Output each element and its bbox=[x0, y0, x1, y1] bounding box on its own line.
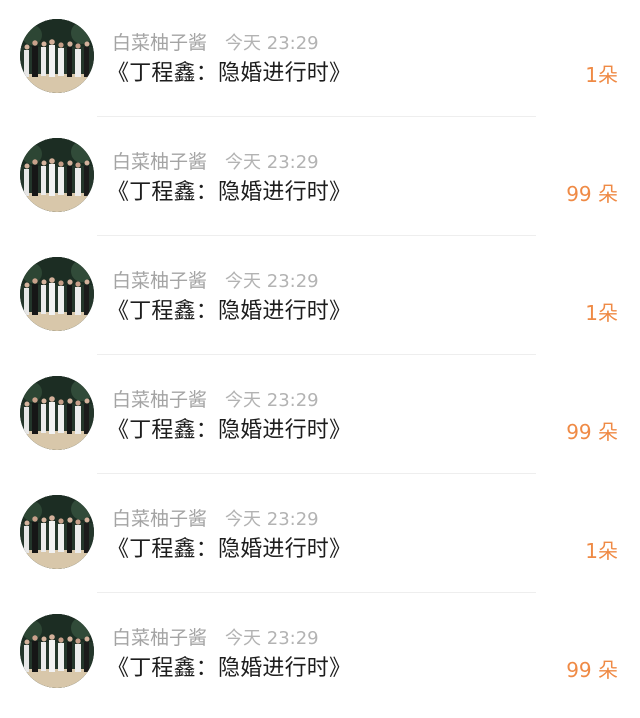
message-text: 《丁程鑫：隐婚进行时》 bbox=[107, 299, 352, 324]
group-photo-avatar-image bbox=[20, 614, 94, 688]
avatar[interactable] bbox=[20, 19, 94, 93]
row-divider bbox=[97, 592, 536, 593]
avatar[interactable] bbox=[20, 257, 94, 331]
row-divider bbox=[97, 116, 536, 117]
gift-amount: 1朵 bbox=[585, 63, 618, 87]
avatar[interactable] bbox=[20, 138, 94, 212]
list-item[interactable]: 白菜柚子酱 今天 23:29 《丁程鑫：隐婚进行时》 99 朵 bbox=[0, 595, 640, 714]
row-divider bbox=[97, 235, 536, 236]
sender-meta-line: 白菜柚子酱 今天 23:29 bbox=[112, 268, 319, 294]
timestamp: 今天 23:29 bbox=[225, 271, 319, 292]
sender-meta-line: 白菜柚子酱 今天 23:29 bbox=[112, 149, 319, 175]
list-item[interactable]: 白菜柚子酱 今天 23:29 《丁程鑫：隐婚进行时》 1朵 bbox=[0, 476, 640, 595]
message-text: 《丁程鑫：隐婚进行时》 bbox=[107, 656, 352, 681]
sender-name[interactable]: 白菜柚子酱 bbox=[112, 389, 207, 411]
list-item[interactable]: 白菜柚子酱 今天 23:29 《丁程鑫：隐婚进行时》 99 朵 bbox=[0, 357, 640, 476]
gift-amount: 99 朵 bbox=[566, 658, 618, 682]
timestamp: 今天 23:29 bbox=[225, 628, 319, 649]
message-text: 《丁程鑫：隐婚进行时》 bbox=[107, 537, 352, 562]
sender-name[interactable]: 白菜柚子酱 bbox=[112, 508, 207, 530]
sender-meta-line: 白菜柚子酱 今天 23:29 bbox=[112, 625, 319, 651]
group-photo-avatar-image bbox=[20, 257, 94, 331]
gift-amount: 1朵 bbox=[585, 301, 618, 325]
sender-meta-line: 白菜柚子酱 今天 23:29 bbox=[112, 30, 319, 56]
message-text: 《丁程鑫：隐婚进行时》 bbox=[107, 418, 352, 443]
sender-meta-line: 白菜柚子酱 今天 23:29 bbox=[112, 387, 319, 413]
gift-amount: 99 朵 bbox=[566, 420, 618, 444]
sender-name[interactable]: 白菜柚子酱 bbox=[112, 32, 207, 54]
gift-record-list: 白菜柚子酱 今天 23:29 《丁程鑫：隐婚进行时》 1朵 白菜柚子酱 今天 2… bbox=[0, 0, 640, 718]
group-photo-avatar-image bbox=[20, 19, 94, 93]
avatar[interactable] bbox=[20, 376, 94, 450]
sender-name[interactable]: 白菜柚子酱 bbox=[112, 270, 207, 292]
list-item[interactable]: 白菜柚子酱 今天 23:29 《丁程鑫：隐婚进行时》 1朵 bbox=[0, 238, 640, 357]
gift-amount: 1朵 bbox=[585, 539, 618, 563]
timestamp: 今天 23:29 bbox=[225, 152, 319, 173]
group-photo-avatar-image bbox=[20, 138, 94, 212]
group-photo-avatar-image bbox=[20, 376, 94, 450]
sender-name[interactable]: 白菜柚子酱 bbox=[112, 627, 207, 649]
timestamp: 今天 23:29 bbox=[225, 390, 319, 411]
gift-amount: 99 朵 bbox=[566, 182, 618, 206]
list-item[interactable]: 白菜柚子酱 今天 23:29 《丁程鑫：隐婚进行时》 99 朵 bbox=[0, 119, 640, 238]
group-photo-avatar-image bbox=[20, 495, 94, 569]
row-divider bbox=[97, 473, 536, 474]
avatar[interactable] bbox=[20, 614, 94, 688]
row-divider bbox=[97, 354, 536, 355]
sender-name[interactable]: 白菜柚子酱 bbox=[112, 151, 207, 173]
message-text: 《丁程鑫：隐婚进行时》 bbox=[107, 61, 352, 86]
avatar[interactable] bbox=[20, 495, 94, 569]
sender-meta-line: 白菜柚子酱 今天 23:29 bbox=[112, 506, 319, 532]
timestamp: 今天 23:29 bbox=[225, 33, 319, 54]
message-text: 《丁程鑫：隐婚进行时》 bbox=[107, 180, 352, 205]
timestamp: 今天 23:29 bbox=[225, 509, 319, 530]
list-item[interactable]: 白菜柚子酱 今天 23:29 《丁程鑫：隐婚进行时》 1朵 bbox=[0, 0, 640, 119]
